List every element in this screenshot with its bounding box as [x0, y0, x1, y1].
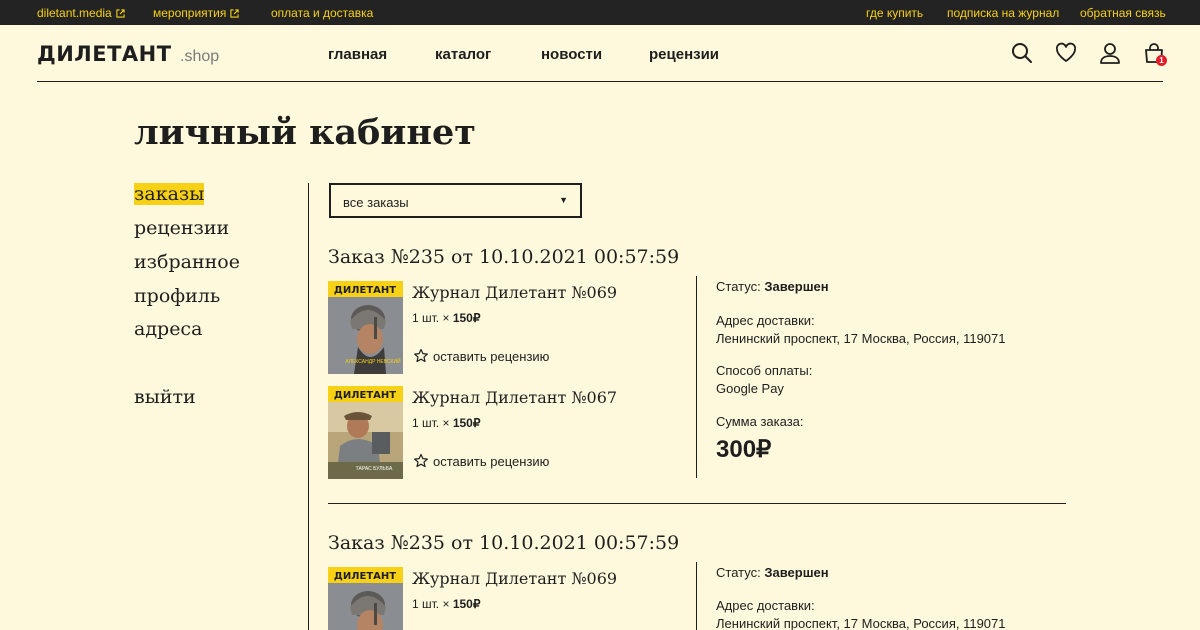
- sidebar-item-addresses[interactable]: адреса: [134, 318, 202, 340]
- leave-review-label: оставить рецензию: [433, 349, 550, 364]
- search-icon[interactable]: [1011, 42, 1033, 64]
- order-item-quantity: 1 шт. × 150₽: [412, 597, 481, 611]
- order-title: Заказ №235 от 10.10.2021 00:57:59: [328, 246, 680, 268]
- nav-item-reviews[interactable]: рецензии: [649, 46, 719, 63]
- topbar-link-label: мероприятия: [153, 6, 227, 20]
- order-payment: Google Pay: [716, 381, 784, 396]
- order-status: Статус: Завершен: [716, 279, 829, 294]
- topbar-link-subscription[interactable]: подписка на журнал: [947, 6, 1059, 20]
- external-link-icon: [116, 9, 125, 18]
- svg-text:ТАРАС БУЛЬБА: ТАРАС БУЛЬБА: [356, 466, 393, 472]
- cart-count-badge: 1: [1156, 55, 1167, 66]
- header-divider: [37, 81, 1163, 82]
- topbar-link-payment-delivery[interactable]: оплата и доставка: [271, 6, 373, 20]
- sidebar-item-profile[interactable]: профиль: [134, 285, 220, 307]
- topbar-link-where-to-buy[interactable]: где купить: [866, 6, 923, 20]
- topbar-link-feedback[interactable]: обратная связь: [1080, 6, 1166, 20]
- order-total: 300₽: [716, 436, 772, 463]
- order-address-label: Адрес доставки:: [716, 313, 815, 328]
- order-address: Ленинский проспект, 17 Москва, Россия, 1…: [716, 331, 1006, 346]
- nav-item-news[interactable]: новости: [541, 46, 602, 63]
- star-icon: [414, 348, 428, 363]
- svg-text:ДИЛЕТАНТ: ДИЛЕТАНТ: [334, 571, 396, 582]
- order-item-quantity: 1 шт. × 150₽: [412, 416, 481, 430]
- order-item-name[interactable]: Журнал Дилетант №067: [412, 388, 617, 407]
- sidebar-divider: [308, 183, 309, 630]
- topbar-link-diletant-media[interactable]: diletant.media: [37, 6, 125, 20]
- orders-filter-value: все заказы: [343, 195, 409, 210]
- chevron-down-icon: ▼: [559, 195, 568, 205]
- order-item-name[interactable]: Журнал Дилетант №069: [412, 283, 617, 302]
- topbar-link-events[interactable]: мероприятия: [153, 6, 239, 20]
- order-total-label: Сумма заказа:: [716, 414, 804, 429]
- sidebar-item-reviews[interactable]: рецензии: [134, 217, 229, 239]
- orders-filter-select[interactable]: все заказы ▼: [329, 183, 582, 218]
- svg-text:ДИЛЕТАНТ: ДИЛЕТАНТ: [334, 285, 396, 296]
- svg-text:ДИЛЕТАНТ: ДИЛЕТАНТ: [334, 390, 396, 401]
- nav-item-catalog[interactable]: каталог: [435, 46, 491, 63]
- logout-link[interactable]: выйти: [134, 386, 196, 408]
- topbar-link-label: diletant.media: [37, 6, 112, 20]
- magazine-cover-069[interactable]: ДИЛЕТАНТ АЛЕКСАНДР НЕВСКИЙ: [328, 281, 403, 374]
- magazine-cover-067[interactable]: ДИЛЕТАНТ ТАРАС БУЛЬБА: [328, 386, 403, 479]
- order-item-name[interactable]: Журнал Дилетант №069: [412, 569, 617, 588]
- nav-item-home[interactable]: главная: [328, 46, 387, 63]
- page-title: личный кабинет: [134, 112, 476, 153]
- leave-review-button[interactable]: оставить рецензию: [413, 348, 549, 364]
- star-icon: [414, 453, 428, 468]
- svg-text:АЛЕКСАНДР НЕВСКИЙ: АЛЕКСАНДР НЕВСКИЙ: [345, 357, 401, 365]
- site-logo[interactable]: ДИЛЕТАНТ: [37, 42, 172, 66]
- order-payment-label: Способ оплаты:: [716, 363, 813, 378]
- site-logo-suffix[interactable]: .shop: [180, 48, 219, 66]
- leave-review-label: оставить рецензию: [433, 454, 550, 469]
- heart-icon[interactable]: [1055, 42, 1077, 64]
- order-info-divider: [696, 562, 697, 630]
- sidebar-item-label: заказы: [134, 183, 205, 205]
- sidebar-item-favorites[interactable]: избранное: [134, 251, 240, 273]
- order-address: Ленинский проспект, 17 Москва, Россия, 1…: [716, 616, 1006, 630]
- order-status: Статус: Завершен: [716, 565, 829, 580]
- sidebar-item-orders[interactable]: заказы: [134, 183, 205, 205]
- top-bar: diletant.media мероприятия оплата и дост…: [0, 0, 1200, 25]
- order-item-quantity: 1 шт. × 150₽: [412, 311, 481, 325]
- order-info-divider: [696, 276, 697, 478]
- user-icon[interactable]: [1099, 42, 1121, 64]
- order-address-label: Адрес доставки:: [716, 598, 815, 613]
- external-link-icon: [230, 9, 239, 18]
- magazine-cover-069[interactable]: ДИЛЕТАНТ: [328, 567, 403, 630]
- order-title: Заказ №235 от 10.10.2021 00:57:59: [328, 532, 680, 554]
- leave-review-button[interactable]: оставить рецензию: [413, 453, 549, 469]
- order-separator: [328, 503, 1066, 504]
